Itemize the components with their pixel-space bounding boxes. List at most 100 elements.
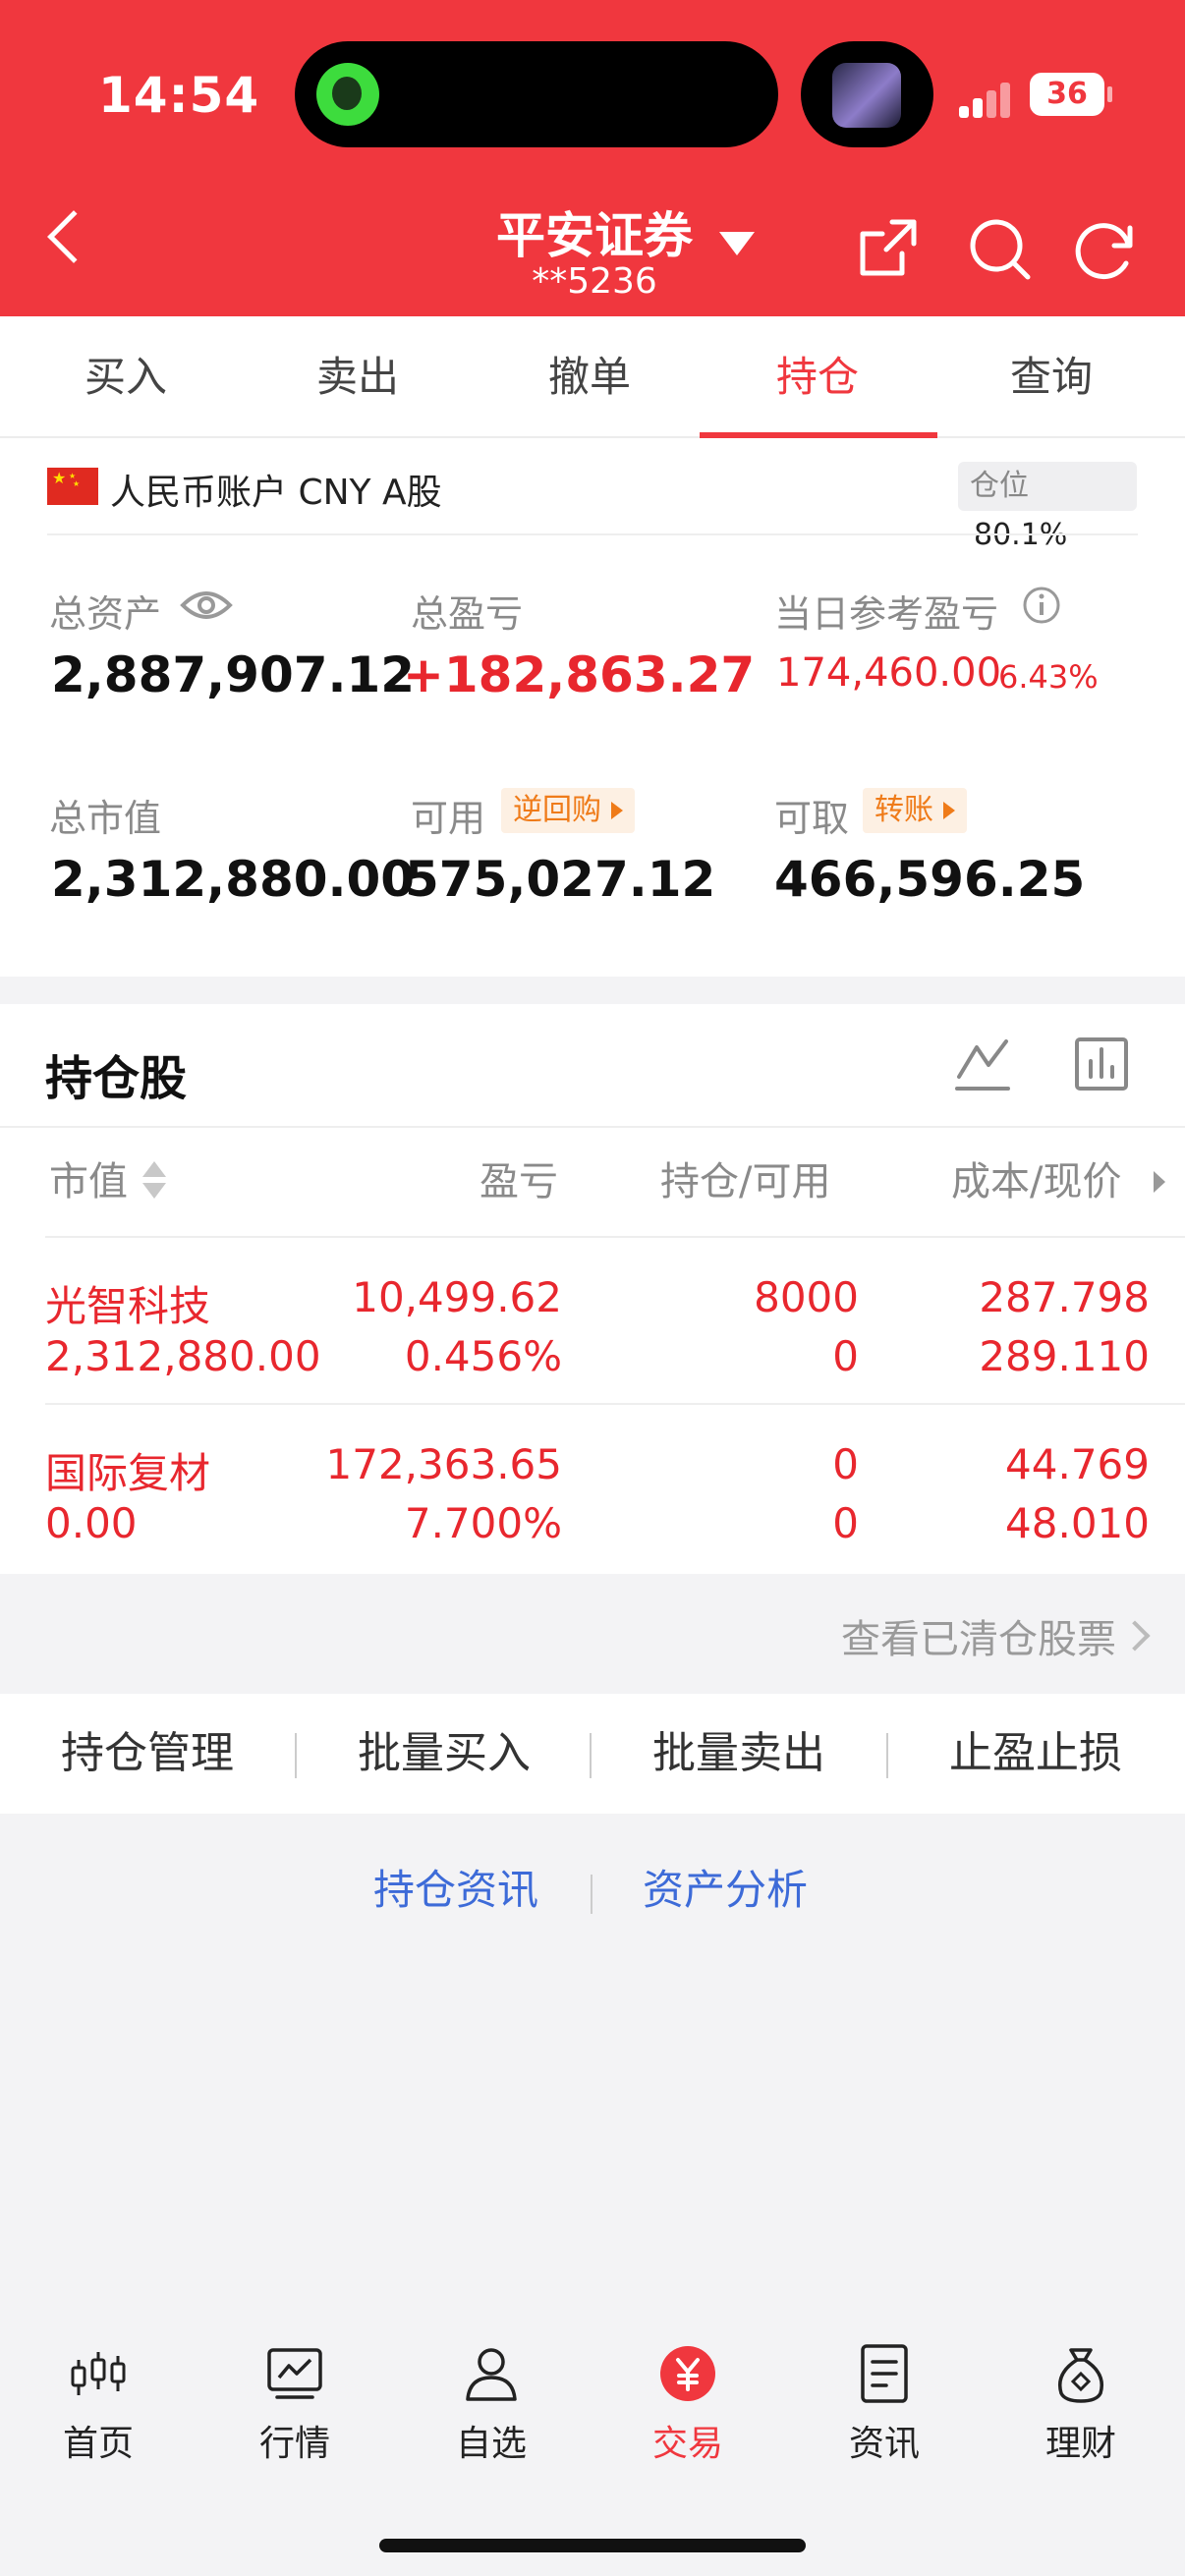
market-value-label: 总市值 [49,797,162,840]
status-time: 14:54 [98,67,260,124]
holdings-title: 持仓股 [45,1051,188,1106]
reverse-repo-tag[interactable]: 逆回购 [501,788,635,833]
yuan-coin-icon [660,2346,715,2401]
caret-right-icon[interactable] [1154,1171,1165,1193]
withdrawable-label: 可取 [774,797,850,840]
nav-news[interactable]: 资讯 [786,2344,983,2472]
media-thumbnail [832,63,901,128]
account-summary: ★ ★ ★ 人民币账户 CNY A股 仓位 80.1% 总资产 2,887,90… [0,438,1185,977]
nav-label: 理财 [1044,2424,1116,2464]
refresh-icon[interactable] [1071,214,1140,283]
batch-sell-button[interactable]: 批量卖出 [592,1694,886,1814]
col-cost-price[interactable]: 成本/现价 [951,1149,1121,1206]
col-position-available: 持仓/可用 [660,1159,831,1204]
market-value: 2,312,880.00 [51,851,416,908]
asset-analysis-link[interactable]: 资产分析 [643,1857,808,1917]
battery-cap [1107,86,1112,102]
stock-cost: 287.798 [979,1273,1150,1321]
holdings-section: 持仓股 市值 盈亏 持仓/可用 成本/现价 光智科技 2,312,880.00 … [0,1004,1185,1574]
stock-pl: 172,363.65 [325,1440,562,1488]
live-activity-icon [316,63,379,126]
stock-pl: 10,499.62 [352,1273,562,1321]
share-icon[interactable] [853,214,922,283]
search-icon[interactable] [965,214,1034,283]
nav-home[interactable]: 首页 [0,2344,197,2472]
sort-icon[interactable] [142,1161,166,1204]
col-pl: 盈亏 [480,1159,558,1204]
trade-tabs: 买入 卖出 撤单 持仓 查询 [0,316,1185,438]
stock-price: 48.010 [1005,1499,1150,1547]
china-flag-icon: ★ ★ ★ [47,468,98,505]
position-management-button[interactable]: 持仓管理 [0,1694,295,1814]
today-pl-value: 174,460.00 [776,650,1002,696]
nav-label: 资讯 [848,2424,920,2464]
tab-cancel[interactable]: 撤单 [474,316,705,438]
dynamic-island [295,41,778,147]
holding-row[interactable]: 光智科技 2,312,880.00 10,499.62 0.456% 8000 … [0,1238,1185,1403]
total-assets-label: 总资产 [49,592,162,636]
candlestick-icon [71,2352,126,2395]
stock-pl-percent: 0.456% [404,1332,562,1380]
tab-query[interactable]: 查询 [935,316,1167,438]
stock-market-value: 0.00 [45,1499,138,1547]
cellular-signal-icon [959,79,1014,118]
stock-name: 光智科技 [45,1282,211,1330]
today-pl-label: 当日参考盈亏 [774,592,999,636]
battery-icon: 36 [1030,73,1104,116]
available-label: 可用 [411,797,486,840]
home-indicator[interactable] [379,2539,806,2552]
dropdown-caret-icon[interactable] [719,232,755,255]
stock-name: 国际复材 [45,1449,211,1497]
stop-profit-loss-button[interactable]: 止盈止损 [888,1694,1183,1814]
stock-position: 0 [832,1440,859,1488]
total-pl-label: 总盈亏 [411,592,524,636]
document-icon [861,2344,908,2403]
stock-available: 0 [832,1499,859,1547]
stock-available: 0 [832,1332,859,1380]
holding-row[interactable]: 国际复材 0.00 172,363.65 7.700% 0 0 44.769 4… [0,1405,1185,1570]
tab-sell[interactable]: 卖出 [242,316,474,438]
nav-trade[interactable]: 交易 [590,2344,786,2472]
stock-position: 8000 [754,1273,859,1321]
info-icon[interactable] [1022,586,1061,625]
chevron-right-icon [1119,1620,1151,1652]
chevron-left-icon [47,210,100,263]
nav-watchlist[interactable]: 自选 [393,2344,590,2472]
nav-label: 自选 [455,2424,527,2464]
bar-chart-icon[interactable] [1073,1036,1130,1092]
cleared-stocks-bar[interactable]: 查看已清仓股票 [0,1574,1185,1694]
divider [0,1126,1185,1128]
holding-news-link[interactable]: 持仓资讯 [373,1857,538,1917]
batch-buy-button[interactable]: 批量买入 [297,1694,592,1814]
transfer-tag[interactable]: 转账 [863,788,967,833]
account-number[interactable]: **5236 [472,261,717,302]
divider [591,1875,592,1914]
position-ratio-badge: 仓位 80.1% [958,462,1137,552]
nav-label: 首页 [62,2424,134,2464]
eye-icon[interactable] [179,586,234,625]
today-pl-percent: 6.43% [998,658,1099,696]
cleared-stocks-link[interactable]: 查看已清仓股票 [841,1607,1116,1664]
person-icon [466,2348,517,2401]
tab-buy[interactable]: 买入 [10,316,242,438]
total-assets-value: 2,887,907.12 [51,646,416,703]
money-bag-icon [1058,2348,1103,2403]
col-market-value[interactable]: 市值 [49,1149,128,1206]
nav-market[interactable]: 行情 [197,2344,393,2472]
broker-name[interactable]: 平安证券 [472,196,717,267]
tab-positions[interactable]: 持仓 [702,316,933,438]
account-type-label: 人民币账户 CNY A股 [110,473,442,513]
trend-chart-icon [267,2348,322,2399]
holding-actions: 持仓管理 批量买入 批量卖出 止盈止损 [0,1694,1185,1814]
withdrawable-value: 466,596.25 [774,851,1086,908]
nav-label: 行情 [258,2424,330,2464]
nav-wealth[interactable]: 理财 [983,2344,1179,2472]
bottom-navigation: 首页 行情 自选 交易 资讯 理财 [0,2305,1185,2576]
back-button[interactable] [39,196,118,305]
line-chart-icon[interactable] [953,1036,1012,1092]
app-header: 14:54 36 平安证券 **5236 [0,0,1185,316]
total-pl-value: +182,863.27 [403,646,756,703]
stock-market-value: 2,312,880.00 [45,1332,321,1380]
divider [47,533,1138,535]
position-label: 仓位 [970,469,1029,503]
